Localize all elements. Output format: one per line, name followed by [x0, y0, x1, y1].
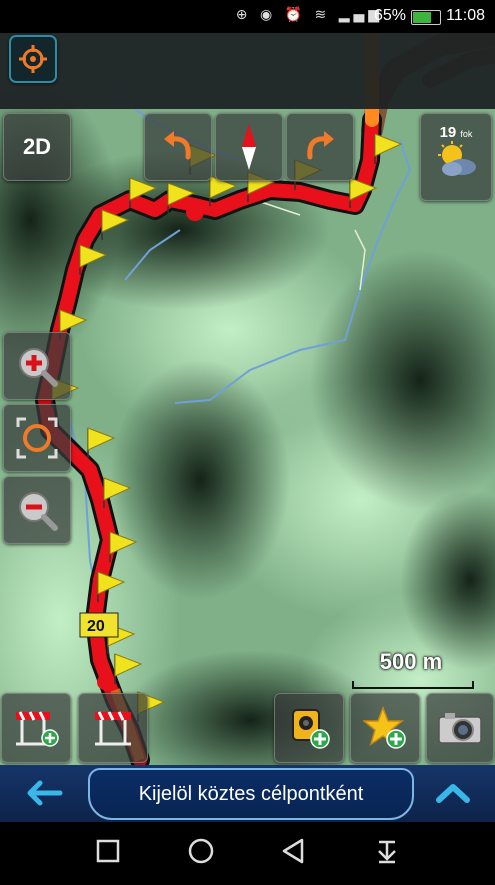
temperature-value: 19	[439, 124, 457, 141]
road-block-icon	[95, 711, 131, 746]
zoom-out-icon	[19, 492, 58, 531]
temperature-unit: fok	[460, 129, 473, 139]
status-icons: ⊕ ◉ ⏰ ≋ ▂▄▆	[235, 7, 383, 23]
recent-apps-icon	[96, 839, 120, 863]
expand-menu-button[interactable]	[425, 772, 481, 814]
road-block-add-icon	[16, 711, 59, 747]
system-nav-bar	[0, 822, 495, 880]
arrow-left-icon	[27, 780, 63, 806]
system-back-button[interactable]	[264, 822, 324, 880]
set-waypoint-label: Kijelöl köztes célpontként	[138, 782, 364, 805]
compass-button[interactable]	[215, 113, 283, 181]
compass-icon	[242, 124, 256, 170]
set-waypoint-button[interactable]: Kijelöl köztes célpontként	[88, 768, 414, 820]
partly-cloudy-icon	[438, 141, 476, 176]
speed-camera-add-icon	[292, 709, 330, 749]
center-location-icon	[16, 417, 58, 459]
back-icon	[282, 838, 304, 864]
crosshair-icon	[19, 45, 47, 73]
add-speed-camera-button[interactable]	[274, 693, 344, 763]
add-favorite-button[interactable]	[350, 693, 420, 763]
notifications-button[interactable]	[357, 822, 417, 880]
zoom-out-button[interactable]	[3, 476, 71, 544]
scale-bar	[352, 681, 474, 689]
road-number-sign: 20	[79, 612, 119, 638]
weather-widget[interactable]: 19 fok	[420, 113, 492, 201]
battery-icon	[411, 10, 441, 25]
view-mode-button[interactable]: 2D	[3, 113, 71, 181]
map-scale: 500 m	[352, 645, 474, 689]
favorite-add-icon	[363, 706, 406, 749]
home-icon	[188, 838, 214, 864]
camera-button[interactable]	[426, 693, 494, 763]
battery-percent: 65%	[373, 7, 406, 24]
status-bar: ⊕ ◉ ⏰ ≋ ▂▄▆ 65% 11:08	[0, 0, 495, 33]
rotate-right-icon	[307, 131, 334, 160]
top-bar	[0, 33, 495, 109]
rotate-left-icon	[164, 131, 191, 160]
home-button[interactable]	[171, 822, 231, 880]
add-road-block-button[interactable]	[1, 693, 71, 763]
gps-button[interactable]	[9, 35, 57, 83]
road-number-label: 20	[87, 618, 105, 635]
zoom-in-button[interactable]	[3, 332, 71, 400]
zoom-in-icon	[19, 348, 58, 387]
rotate-right-button[interactable]	[286, 113, 354, 181]
clock: 11:08	[446, 7, 485, 24]
rotate-left-button[interactable]	[144, 113, 212, 181]
center-location-button[interactable]	[3, 404, 71, 472]
back-button[interactable]	[14, 772, 74, 814]
view-mode-label: 2D	[22, 134, 52, 159]
camera-icon	[438, 713, 482, 744]
road-block-button[interactable]	[78, 693, 148, 763]
chevron-up-icon	[436, 784, 470, 803]
temperature: 19 fok	[440, 124, 473, 141]
scale-label: 500 m	[379, 649, 443, 674]
route-waypoint[interactable]	[186, 203, 204, 221]
route-waypoint[interactable]	[97, 674, 113, 690]
notifications-icon	[378, 840, 396, 864]
recent-apps-button[interactable]	[78, 822, 138, 880]
